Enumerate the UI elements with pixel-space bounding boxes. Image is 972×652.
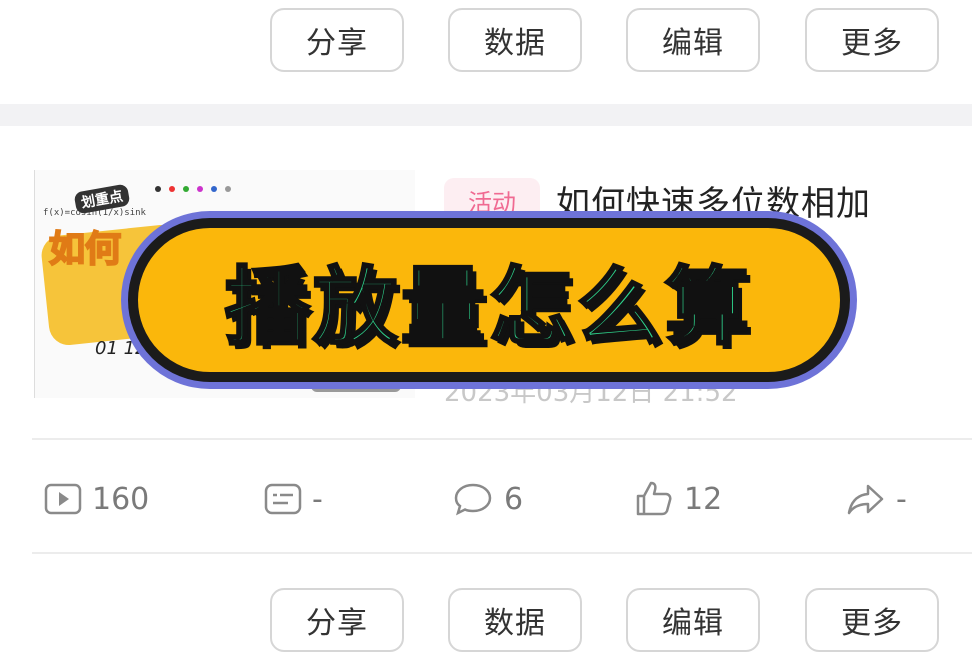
banner-text: 播放量怎么算 bbox=[223, 256, 753, 357]
thumbnail-sticker-label: 如何 bbox=[48, 228, 122, 271]
overlay-banner: 播放量怎么算 bbox=[128, 218, 850, 382]
section-divider bbox=[0, 104, 972, 126]
more-button[interactable]: 更多 bbox=[805, 8, 939, 72]
comments-stat[interactable]: 6 bbox=[452, 474, 523, 524]
share-button[interactable]: 分享 bbox=[270, 588, 404, 652]
danmaku-stat[interactable]: - bbox=[264, 474, 323, 524]
data-button[interactable]: 数据 bbox=[448, 588, 582, 652]
play-icon bbox=[44, 483, 82, 515]
comment-icon bbox=[454, 483, 492, 516]
share-icon bbox=[847, 484, 884, 515]
activity-tag: 活动 bbox=[444, 178, 540, 222]
data-button[interactable]: 数据 bbox=[448, 8, 582, 72]
shares-count: - bbox=[896, 481, 907, 517]
comments-count: 6 bbox=[504, 481, 524, 517]
plays-stat[interactable]: 160 bbox=[44, 474, 149, 524]
danmaku-count: - bbox=[312, 481, 323, 517]
edit-button[interactable]: 编辑 bbox=[626, 588, 760, 652]
thumbs-up-icon bbox=[636, 481, 672, 516]
likes-stat[interactable]: 12 bbox=[634, 474, 722, 524]
plays-count: 160 bbox=[92, 481, 150, 517]
divider bbox=[32, 438, 972, 440]
edit-button[interactable]: 编辑 bbox=[626, 8, 760, 72]
danmaku-icon bbox=[264, 483, 302, 515]
share-button[interactable]: 分享 bbox=[270, 8, 404, 72]
divider bbox=[32, 552, 972, 554]
more-button[interactable]: 更多 bbox=[805, 588, 939, 652]
likes-count: 12 bbox=[684, 481, 723, 517]
shares-stat[interactable]: - bbox=[846, 474, 907, 524]
